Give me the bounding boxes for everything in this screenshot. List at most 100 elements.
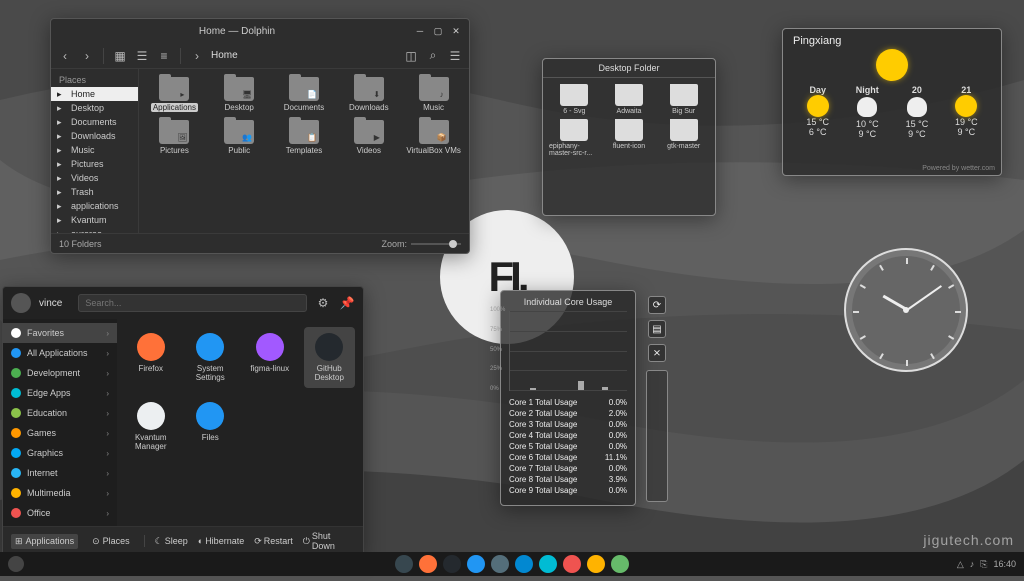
places-item-downloads[interactable]: ▸Downloads <box>51 129 138 143</box>
folder-pictures[interactable]: 🖼Pictures <box>143 118 206 157</box>
dock-settings-icon[interactable] <box>467 555 485 573</box>
dock-app-icon[interactable] <box>515 555 533 573</box>
app-github-desktop[interactable]: GitHub Desktop <box>304 327 356 388</box>
desktop-item[interactable]: Big Sur <box>658 84 709 115</box>
places-item-music[interactable]: ▸Music <box>51 143 138 157</box>
places-item-home[interactable]: ▸Home <box>51 87 138 101</box>
dolphin-toolbar: ‹ › ▦ ☰ ≡ › Home ◫ ⌕ ☰ <box>51 43 469 69</box>
dolphin-titlebar[interactable]: Home — Dolphin ─ ▢ ✕ <box>51 19 469 43</box>
folder-public[interactable]: 👥Public <box>208 118 271 157</box>
app-files[interactable]: Files <box>185 396 237 457</box>
places-item-aurorae[interactable]: ▸aurorae <box>51 227 138 233</box>
app-kvantum-manager[interactable]: Kvantum Manager <box>125 396 177 457</box>
app-system-settings[interactable]: System Settings <box>185 327 237 388</box>
icon-view-icon[interactable]: ▦ <box>112 48 128 64</box>
folder-icon <box>560 119 588 141</box>
user-avatar[interactable] <box>11 293 31 313</box>
dock-app3-icon[interactable] <box>563 555 581 573</box>
places-item-documents[interactable]: ▸Documents <box>51 115 138 129</box>
desktop-item[interactable]: gtk-master <box>658 119 709 157</box>
dock-terminal-icon[interactable] <box>491 555 509 573</box>
remove-icon[interactable]: ⨯ <box>648 344 666 362</box>
folder-applications[interactable]: ▸Applications <box>143 75 206 114</box>
category-multimedia[interactable]: Multimedia› <box>3 483 117 503</box>
split-view-icon[interactable]: ◫ <box>403 48 419 64</box>
folder-templates[interactable]: 📋Templates <box>273 118 336 157</box>
desktop-folder-widget: Desktop Folder 6 - SvgAdwaitaBig Surepip… <box>542 58 716 216</box>
folder-downloads[interactable]: ⬇Downloads <box>337 75 400 114</box>
folder-icon: ▸ <box>57 145 67 155</box>
folder-icon: ▸ <box>57 131 67 141</box>
dock-app5-icon[interactable] <box>611 555 629 573</box>
app-firefox[interactable]: Firefox <box>125 327 177 388</box>
tab-applications[interactable]: ⊞ Applications <box>11 534 78 549</box>
forward-icon[interactable]: › <box>79 48 95 64</box>
zoom-slider[interactable] <box>411 243 461 245</box>
gear-icon[interactable]: ⚙ <box>315 295 331 311</box>
category-games[interactable]: Games› <box>3 423 117 443</box>
app-icon <box>137 402 165 430</box>
folder-icon: ▸ <box>57 201 67 211</box>
desktop-item[interactable]: Adwaita <box>604 84 655 115</box>
folder-desktop[interactable]: 🖥Desktop <box>208 75 271 114</box>
search-icon[interactable]: ⌕ <box>425 48 441 64</box>
breadcrumb-home[interactable]: Home <box>211 50 238 61</box>
dock-firefox-icon[interactable] <box>419 555 437 573</box>
refresh-icon[interactable]: ⟳ <box>648 296 666 314</box>
hibernate-button[interactable]: ◐ Hibernate <box>198 536 244 546</box>
maximize-button[interactable]: ▢ <box>433 26 443 36</box>
category-edge-apps[interactable]: Edge Apps› <box>3 383 117 403</box>
category-internet[interactable]: Internet› <box>3 463 117 483</box>
configure-icon[interactable]: ▤ <box>648 320 666 338</box>
dock-app4-icon[interactable] <box>587 555 605 573</box>
desktop-item[interactable]: epiphany-master-src-r... <box>549 119 600 157</box>
folder-documents[interactable]: 📄Documents <box>273 75 336 114</box>
places-panel: Places ▸Home▸Desktop▸Documents▸Downloads… <box>51 69 139 233</box>
category-education[interactable]: Education› <box>3 403 117 423</box>
widget-resize-handle[interactable] <box>646 370 668 502</box>
dock-app2-icon[interactable] <box>539 555 557 573</box>
tray-icon[interactable]: ♪ <box>970 559 975 569</box>
dock-github-icon[interactable] <box>443 555 461 573</box>
weather-attribution: Powered by wetter.com <box>922 165 995 172</box>
analog-clock-widget <box>844 248 968 372</box>
places-item-videos[interactable]: ▸Videos <box>51 171 138 185</box>
places-item-applications[interactable]: ▸applications <box>51 199 138 213</box>
folder-icon: ▸ <box>57 215 67 225</box>
tray-icon[interactable]: △ <box>957 559 964 570</box>
desktop-item[interactable]: fluent-icon <box>604 119 655 157</box>
hamburger-menu-icon[interactable]: ☰ <box>447 48 463 64</box>
places-item-kvantum[interactable]: ▸Kvantum <box>51 213 138 227</box>
pin-icon[interactable]: 📌 <box>339 295 355 311</box>
close-button[interactable]: ✕ <box>451 26 461 36</box>
tray-icon[interactable]: ⎘ <box>980 559 987 570</box>
folder-icon <box>670 119 698 141</box>
folder-music[interactable]: ♪Music <box>402 75 465 114</box>
shutdown-button[interactable]: ⏻ Shut Down <box>303 531 355 551</box>
category-graphics[interactable]: Graphics› <box>3 443 117 463</box>
file-view[interactable]: ▸Applications🖥Desktop📄Documents⬇Download… <box>139 69 469 233</box>
places-item-pictures[interactable]: ▸Pictures <box>51 157 138 171</box>
minimize-button[interactable]: ─ <box>415 26 425 36</box>
restart-button[interactable]: ⟳ Restart <box>254 536 293 547</box>
back-icon[interactable]: ‹ <box>57 48 73 64</box>
app-figma-linux[interactable]: figma-linux <box>244 327 296 388</box>
category-favorites[interactable]: Favorites› <box>3 323 117 343</box>
folder-virtualbox-vms[interactable]: 📦VirtualBox VMs <box>402 118 465 157</box>
details-view-icon[interactable]: ≡ <box>156 48 172 64</box>
places-item-trash[interactable]: ▸Trash <box>51 185 138 199</box>
search-input[interactable] <box>78 294 307 312</box>
clock-text[interactable]: 16:40 <box>993 559 1016 569</box>
places-item-desktop[interactable]: ▸Desktop <box>51 101 138 115</box>
category-office[interactable]: Office› <box>3 503 117 523</box>
folder-videos[interactable]: ▶Videos <box>337 118 400 157</box>
compact-view-icon[interactable]: ☰ <box>134 48 150 64</box>
dock-dolphin-icon[interactable] <box>395 555 413 573</box>
category-all-applications[interactable]: All Applications› <box>3 343 117 363</box>
sleep-button[interactable]: ☾ Sleep <box>155 536 188 547</box>
folder-icon: 🖥 <box>224 77 254 101</box>
category-development[interactable]: Development› <box>3 363 117 383</box>
desktop-item[interactable]: 6 - Svg <box>549 84 600 115</box>
tab-places[interactable]: ⊙ Places <box>88 534 134 549</box>
start-button[interactable] <box>8 556 24 572</box>
